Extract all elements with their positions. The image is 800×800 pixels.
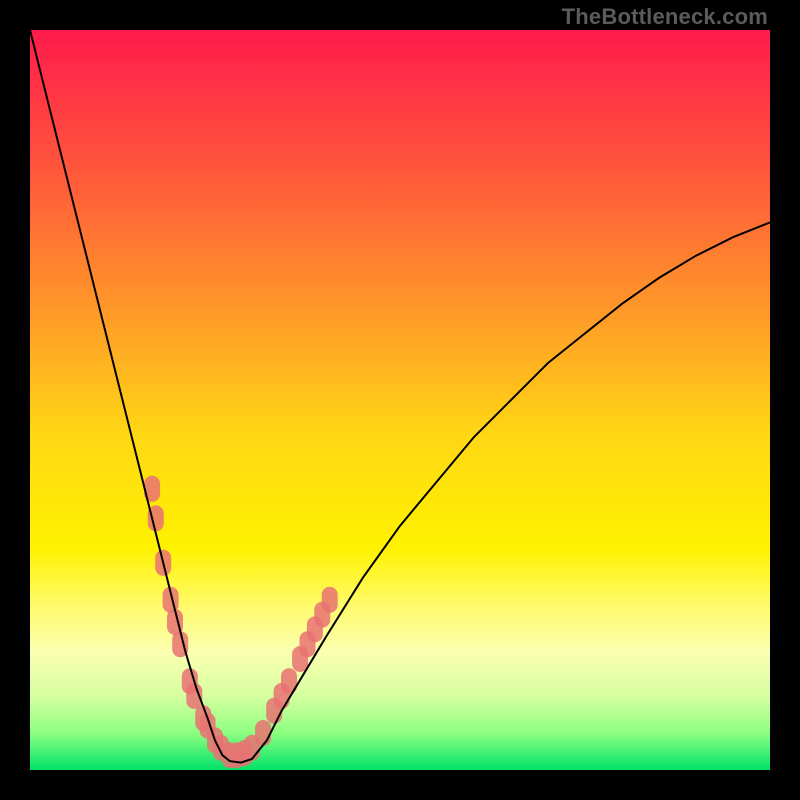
- bottleneck-curve: [30, 30, 770, 763]
- curve-layer: [30, 30, 770, 770]
- plot-area: [30, 30, 770, 770]
- watermark-text: TheBottleneck.com: [562, 4, 768, 30]
- bead-markers: [144, 476, 338, 768]
- chart-frame: TheBottleneck.com: [0, 0, 800, 800]
- bead-marker: [322, 587, 338, 613]
- bead-marker: [255, 720, 271, 746]
